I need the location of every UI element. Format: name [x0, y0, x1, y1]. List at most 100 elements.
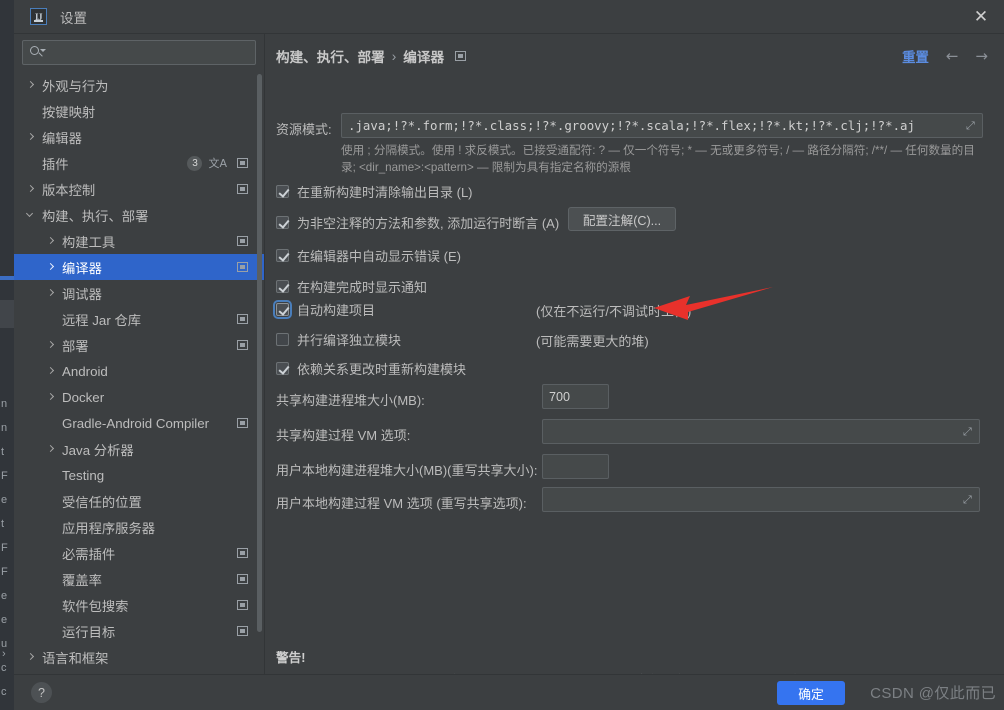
checkbox-icon[interactable] [276, 333, 289, 346]
chevron-right-icon[interactable] [26, 132, 37, 143]
settings-dialog: n n t F e t F F e e u c c › IJ 设置 ✕ 外观与行… [0, 0, 1004, 710]
back-arrow-icon[interactable]: ← [946, 47, 959, 65]
sidebar-item-label: 按键映射 [42, 102, 95, 121]
settings-tree[interactable]: 外观与行为按键映射编辑器插件 3 文A 版本控制构建、执行、部署构建工具编译器调试器远… [14, 72, 264, 674]
chevron-down-icon[interactable] [26, 210, 37, 221]
sidebar-item-3[interactable]: 插件 3 文A [14, 150, 264, 176]
sidebar-item-1[interactable]: 按键映射 [14, 98, 264, 124]
checkbox-icon[interactable] [276, 249, 289, 262]
sidebar-item-label: 应用程序服务器 [62, 518, 155, 537]
sidebar-item-14[interactable]: Java 分析器 [14, 436, 264, 462]
chevron-right-icon[interactable] [46, 392, 57, 403]
checkbox-row-4[interactable]: 自动构建项目 [276, 300, 375, 319]
resource-patterns-input[interactable] [341, 113, 983, 138]
chevron-right-icon[interactable] [46, 366, 57, 377]
chevron-right-icon[interactable] [26, 652, 37, 663]
sidebar-item-label: Android [62, 364, 108, 379]
sidebar-item-22[interactable]: 语言和框架 [14, 644, 264, 670]
close-icon[interactable]: ✕ [958, 0, 1004, 33]
field-label-0: 共享构建进程堆大小(MB): [276, 390, 425, 409]
checkbox-label: 并行编译独立模块 [297, 330, 401, 349]
expand-icon[interactable]: ⤢ [963, 494, 974, 505]
checkbox-row-6[interactable]: 依赖关系更改时重新构建模块 [276, 359, 466, 378]
project-scope-icon [237, 158, 248, 168]
sidebar-item-20[interactable]: 软件包搜索 [14, 592, 264, 618]
window-title: 设置 [60, 7, 87, 27]
project-scope-icon [237, 548, 248, 558]
sidebar-item-4[interactable]: 版本控制 [14, 176, 264, 202]
sidebar-item-19[interactable]: 覆盖率 [14, 566, 264, 592]
sidebar-item-label: 插件 [42, 154, 69, 173]
project-scope-icon [237, 418, 248, 428]
project-scope-icon [455, 51, 466, 61]
sidebar-item-label: 受信任的位置 [62, 492, 142, 511]
sidebar-item-label: 必需插件 [62, 544, 115, 563]
sidebar-item-0[interactable]: 外观与行为 [14, 72, 264, 98]
settings-sidebar: 外观与行为按键映射编辑器插件 3 文A 版本控制构建、执行、部署构建工具编译器调试器远… [14, 34, 264, 674]
plugin-update-badge: 3 [187, 156, 202, 171]
help-button[interactable]: ? [31, 682, 52, 703]
chevron-right-icon[interactable] [26, 80, 37, 91]
field-input-0[interactable] [542, 384, 609, 409]
configure-annotations-button[interactable]: 配置注解(C)... [568, 207, 676, 231]
forward-arrow-icon[interactable]: → [975, 47, 988, 65]
sidebar-item-13[interactable]: Gradle-Android Compiler [14, 410, 264, 436]
chevron-right-icon[interactable] [46, 288, 57, 299]
sidebar-item-18[interactable]: 必需插件 [14, 540, 264, 566]
sidebar-item-15[interactable]: Testing [14, 462, 264, 488]
sidebar-item-label: 调试器 [62, 284, 102, 303]
checkbox-label: 为非空注释的方法和参数, 添加运行时断言 (A) [297, 213, 559, 232]
field-input-3[interactable] [542, 487, 980, 512]
sidebar-item-17[interactable]: 应用程序服务器 [14, 514, 264, 540]
sidebar-item-12[interactable]: Docker [14, 384, 264, 410]
sidebar-item-5[interactable]: 构建、执行、部署 [14, 202, 264, 228]
checkbox-icon[interactable] [276, 216, 289, 229]
sidebar-item-label: 语言和框架 [42, 648, 108, 667]
sidebar-scrollbar[interactable] [257, 74, 262, 632]
project-scope-icon [237, 262, 248, 272]
background-tab [0, 300, 14, 328]
checkbox-row-2[interactable]: 在编辑器中自动显示错误 (E) [276, 246, 461, 265]
sidebar-item-label: Docker [62, 390, 104, 405]
chevron-right-icon[interactable] [46, 340, 57, 351]
sidebar-item-9[interactable]: 远程 Jar 仓库 [14, 306, 264, 332]
checkbox-note: (仅在不运行/不调试时工作) [536, 301, 691, 320]
sidebar-item-7[interactable]: 编译器 [14, 254, 264, 280]
field-input-2[interactable] [542, 454, 609, 479]
search-box[interactable] [22, 40, 256, 65]
chevron-right-icon[interactable] [46, 236, 57, 247]
sidebar-item-21[interactable]: 运行目标 [14, 618, 264, 644]
checkbox-row-3[interactable]: 在构建完成时显示通知 [276, 277, 427, 296]
sidebar-item-6[interactable]: 构建工具 [14, 228, 264, 254]
breadcrumb-root[interactable]: 构建、执行、部署 [276, 46, 385, 66]
breadcrumb-leaf: 编译器 [403, 46, 444, 66]
background-accent-bar [0, 276, 14, 280]
project-scope-icon [237, 626, 248, 636]
field-label-2: 用户本地构建进程堆大小(MB)(重写共享大小): [276, 460, 537, 479]
checkbox-icon[interactable] [276, 280, 289, 293]
project-scope-icon [237, 184, 248, 194]
search-input[interactable] [45, 46, 255, 60]
chevron-right-icon[interactable] [26, 184, 37, 195]
reset-link[interactable]: 重置 [902, 46, 929, 66]
field-input-1[interactable] [542, 419, 980, 444]
expand-icon[interactable]: ⤢ [966, 120, 977, 131]
chevron-right-icon[interactable] [46, 262, 57, 273]
sidebar-item-2[interactable]: 编辑器 [14, 124, 264, 150]
chevron-right-icon[interactable] [46, 444, 57, 455]
expand-icon[interactable]: ⤢ [963, 426, 974, 437]
sidebar-item-8[interactable]: 调试器 [14, 280, 264, 306]
language-icon: 文A [208, 155, 227, 171]
ok-button[interactable]: 确定 [777, 681, 845, 705]
checkbox-row-5[interactable]: 并行编译独立模块 [276, 330, 401, 349]
checkbox-row-0[interactable]: 在重新构建时清除输出目录 (L) [276, 182, 473, 201]
sidebar-item-11[interactable]: Android [14, 358, 264, 384]
sidebar-item-10[interactable]: 部署 [14, 332, 264, 358]
checkbox-row-1[interactable]: 为非空注释的方法和参数, 添加运行时断言 (A) [276, 213, 559, 232]
breadcrumb-separator: › [392, 49, 397, 64]
checkbox-icon[interactable] [276, 185, 289, 198]
sidebar-item-16[interactable]: 受信任的位置 [14, 488, 264, 514]
checkbox-label: 在重新构建时清除输出目录 (L) [297, 182, 473, 201]
checkbox-icon[interactable] [276, 303, 289, 316]
checkbox-icon[interactable] [276, 362, 289, 375]
